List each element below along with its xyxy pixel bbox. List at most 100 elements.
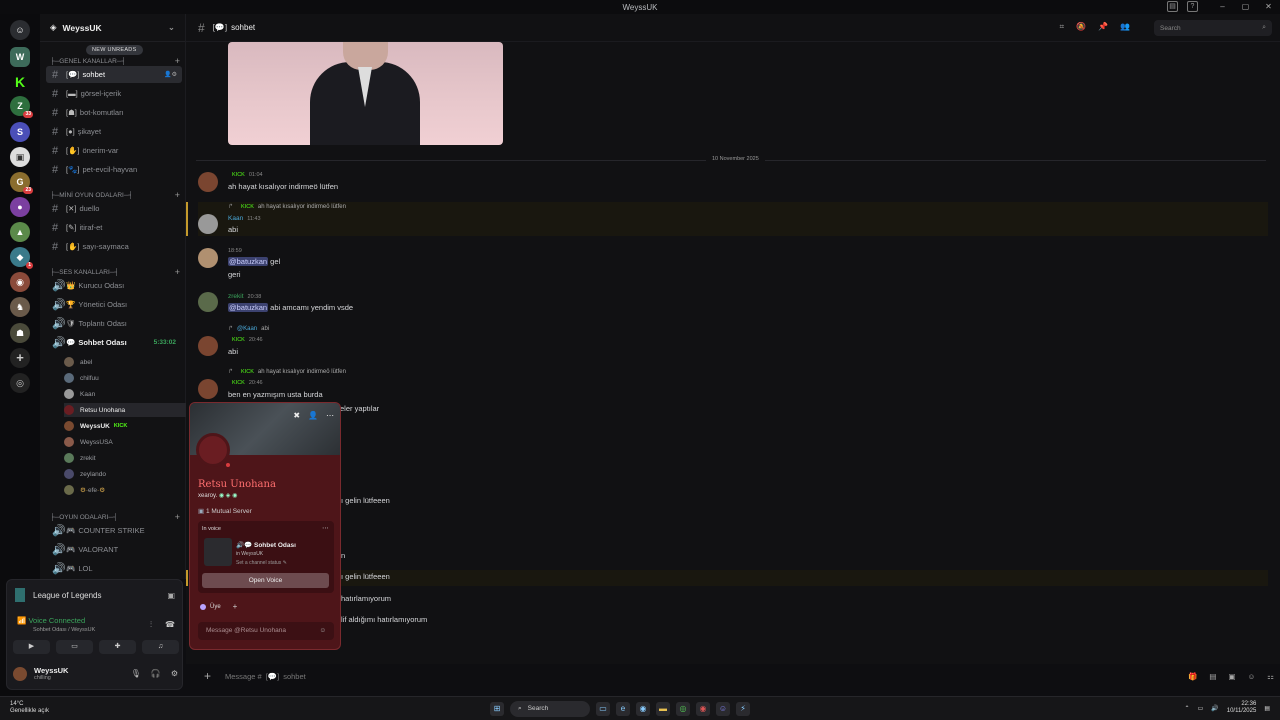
weather-widget[interactable]: 14°C Genellikle açık	[10, 701, 49, 715]
voice-connected-label[interactable]: 📶 Voice Connected	[17, 616, 85, 625]
voice-user[interactable]: zeylando	[64, 467, 106, 481]
app-icon[interactable]: ◉	[696, 702, 710, 716]
user-panel[interactable]: WeyssUK chilling 🎙 🎧 ⚙	[13, 666, 178, 681]
discover-icon[interactable]: ◎	[10, 373, 30, 393]
microphone-icon[interactable]: 🎙	[131, 669, 141, 678]
threads-icon[interactable]: ⌗	[1060, 22, 1065, 32]
voice-user[interactable]: chilfuu▣	[64, 371, 192, 385]
emoji-icon[interactable]: ☺	[1248, 672, 1256, 681]
pencil-icon[interactable]: ✎	[281, 560, 287, 566]
server-icon-kick[interactable]: K	[10, 72, 30, 92]
channel-bot-komutlari[interactable]: # [☗] bot-komutları	[46, 104, 182, 121]
voice-channel-toplanti[interactable]: 🔊 🛡 Toplantı Odası	[46, 315, 182, 332]
more-options-icon[interactable]: ⋯	[326, 411, 334, 420]
server-icon-5[interactable]: ▣	[10, 147, 30, 167]
channel-onerim-var[interactable]: # [✋] önerim-var	[46, 142, 182, 159]
avatar[interactable]	[198, 336, 218, 356]
file-explorer-icon[interactable]: ▬	[656, 702, 670, 716]
new-unreads-pill[interactable]: NEW UNREADS	[86, 45, 143, 55]
channel-duello[interactable]: # [✕] duello	[46, 200, 182, 217]
members-icon[interactable]: 👥	[1120, 22, 1130, 32]
volume-icon[interactable]: 🔊	[1211, 705, 1218, 712]
search-input[interactable]: Search ⌕	[1154, 20, 1272, 36]
voice-user[interactable]: WeyssUSA	[64, 435, 113, 449]
discord-taskbar-icon[interactable]: ☺	[716, 702, 730, 716]
camera-button[interactable]: ▶	[13, 640, 50, 654]
server-icon-8[interactable]: ▲	[10, 222, 30, 242]
emoji-icon[interactable]: ☺	[319, 627, 326, 635]
channel-itiraf-et[interactable]: # [✎] itiraf-et	[46, 219, 182, 236]
mutual-servers-link[interactable]: ▣ 1 Mutual Server	[198, 507, 252, 515]
avatar[interactable]	[198, 379, 218, 399]
app-icon[interactable]: ⚡	[736, 702, 750, 716]
discord-home-icon[interactable]: ☺	[10, 20, 30, 40]
voice-channel-valorant[interactable]: 🔊 🎮 VALORANT	[46, 541, 182, 558]
maximize-button[interactable]: ▢	[1234, 0, 1257, 14]
voice-channel-yonetici[interactable]: 🔊 🏆 Yönetici Odası	[46, 296, 182, 313]
avatar[interactable]	[198, 292, 218, 312]
activity-row[interactable]: League of Legends ▣	[15, 588, 175, 602]
category-ses[interactable]: ├─ SES KANALLARI ─┤ +	[50, 267, 180, 277]
user-mention[interactable]: @batuzkan	[228, 303, 269, 312]
category-genel[interactable]: ├─ GENEL KANALLAR ─┤ +	[50, 56, 180, 66]
help-icon[interactable]: ?	[1187, 1, 1198, 12]
server-icon-11[interactable]: ♞	[10, 297, 30, 317]
open-voice-button[interactable]: Open Voice	[202, 573, 329, 588]
activity-icon[interactable]: ▣	[167, 591, 175, 600]
server-header[interactable]: ◈ WeyssUK ⌄	[40, 14, 185, 42]
tray-chevron-icon[interactable]: ⌃	[1185, 705, 1190, 712]
voice-channel-lol[interactable]: 🔊 🎮 LOL	[46, 560, 182, 577]
edge-icon[interactable]: e	[616, 702, 630, 716]
close-button[interactable]: ✕	[1257, 0, 1280, 14]
category-mini-oyun[interactable]: ├─ MİNİ OYUN ODALARI ─┤ +	[50, 190, 180, 200]
voice-channel-sohbet[interactable]: 🔊 💬 Sohbet Odası 5:33:02	[46, 334, 182, 351]
task-view-icon[interactable]: ▭	[596, 702, 610, 716]
profile-message-input[interactable]: Message @Retsu Unohana ☺	[198, 622, 334, 640]
server-icon-7[interactable]: ●	[10, 197, 30, 217]
server-icon-4[interactable]: S	[10, 122, 30, 142]
voice-user[interactable]: abel	[64, 355, 92, 369]
server-icon-12[interactable]: ☗	[10, 323, 30, 343]
gift-icon[interactable]: 🎁	[1188, 672, 1197, 681]
voice-user[interactable]: Kaan🎙🎧	[64, 387, 194, 401]
add-role-icon[interactable]: +	[233, 602, 238, 611]
settings-gear-icon[interactable]: ⚙	[171, 669, 178, 678]
server-icon-6[interactable]: G 23	[10, 172, 33, 194]
voice-channel-kurucu[interactable]: 🔊 👑 Kurucu Odası	[46, 277, 182, 294]
add-friend-icon[interactable]: 👤	[308, 411, 318, 420]
noise-suppression-icon[interactable]: ⫶	[150, 620, 152, 630]
server-icon-3[interactable]: Z 33	[10, 96, 33, 118]
server-icon-9[interactable]: ◆ 1	[10, 247, 33, 269]
message-composer[interactable]: + Message # [💬] sohbet 🎁 ▤ ▣ ☺ ⚏	[198, 666, 1274, 686]
voice-user[interactable]: ⚙· efe ·⚙	[64, 483, 105, 497]
user-mention[interactable]: @batuzkan	[228, 257, 269, 266]
minimize-button[interactable]: –	[1211, 0, 1234, 14]
gif-icon[interactable]: ▤	[1209, 672, 1216, 681]
disconnect-icon[interactable]: ☎	[165, 620, 175, 629]
soundboard-button[interactable]: ♫	[142, 640, 179, 654]
channel-sohbet[interactable]: # [💬] sohbet 👤⚙	[46, 66, 182, 83]
voice-channel-cs[interactable]: 🔊 🎮 COUNTER STRIKE	[46, 522, 182, 539]
category-oyun[interactable]: ├─ OYUN ODALARI ─┤ +	[50, 512, 180, 522]
clock[interactable]: 22:36 10/11/2025	[1227, 701, 1257, 715]
role-chip[interactable]: Üye +	[200, 602, 237, 611]
chrome-icon[interactable]: ◎	[676, 702, 690, 716]
avatar[interactable]	[198, 214, 218, 234]
start-menu-icon[interactable]: ⊞	[490, 702, 504, 716]
avatar[interactable]	[198, 172, 218, 192]
browser-icon[interactable]: ◉	[636, 702, 650, 716]
apps-icon[interactable]: ⚏	[1267, 672, 1274, 681]
network-icon[interactable]: ▭	[1198, 705, 1204, 712]
channel-pet-evcil-hayvan[interactable]: # [🐾] pet-evcil-hayvan	[46, 161, 182, 178]
add-attachment-icon[interactable]: +	[204, 669, 211, 683]
headphones-icon[interactable]: 🎧	[151, 669, 161, 678]
mute-user-icon[interactable]: ✖	[293, 411, 300, 420]
server-icon-10[interactable]: ◉	[10, 272, 30, 292]
voice-user-selected[interactable]: Retsu Unohana🎙	[64, 403, 198, 417]
voice-user[interactable]: zrekit▣	[64, 451, 192, 465]
screen-share-button[interactable]: ▭	[56, 640, 93, 654]
notification-bell-icon[interactable]: 🔕	[1076, 22, 1086, 32]
add-channel-icon[interactable]: +	[175, 56, 180, 66]
image-attachment[interactable]	[228, 42, 503, 145]
pin-icon[interactable]: 📌	[1098, 22, 1108, 32]
